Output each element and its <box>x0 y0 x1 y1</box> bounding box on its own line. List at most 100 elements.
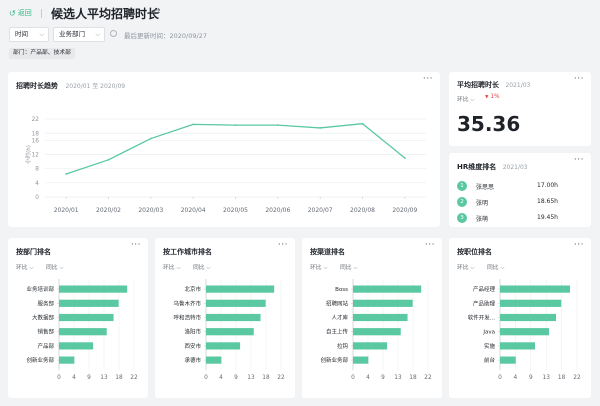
data-point <box>149 137 152 140</box>
chevron-down-icon: ⌵ <box>95 31 100 38</box>
bar <box>353 299 413 307</box>
y-tick-label: 22 <box>32 117 40 123</box>
bar <box>206 342 241 350</box>
y-tick-label: 18 <box>32 131 40 137</box>
category-label: 拉钩 <box>337 342 349 350</box>
bar-chart: 0 4 9 13 18 22 业务培训部服务部大数据部销售部产品部创新业务部 <box>26 279 138 381</box>
avg-change-value: 1% <box>490 94 500 100</box>
rank-card-dept: 按部门排名 ··· 环比 ⌵ 同比 ⌵ 0 4 9 13 18 22 业务培训部 服务部 大数据部销… <box>8 238 148 398</box>
hr-value: 18.65h <box>537 198 558 205</box>
x-tick-label: 2020/01 <box>54 207 79 214</box>
category-label: 创新业务部 <box>320 356 348 364</box>
bar <box>59 299 119 307</box>
x-tick-label: 18 <box>558 375 566 381</box>
category-label: 软件开发... <box>468 314 495 322</box>
swap-icon[interactable]: ⇄ <box>153 7 161 17</box>
y-tick-label: 4 <box>35 181 39 187</box>
x-tick-label: 22 <box>130 375 138 381</box>
down-triangle-icon: ▼ <box>485 95 489 100</box>
x-tick-label: 9 <box>381 375 385 381</box>
hr-name: 张思思 <box>476 184 495 191</box>
hr-name: 张明 <box>476 200 489 207</box>
x-tick-label: 0 <box>498 375 502 381</box>
category-label: 产品部 <box>37 342 54 350</box>
back-label: 返回 <box>17 9 32 17</box>
category-label: 招聘网站 <box>326 299 349 307</box>
x-tick-label: 2020/02 <box>96 207 121 214</box>
x-tick-label: 18 <box>262 375 270 381</box>
bar <box>353 313 408 322</box>
avg-date: 2021/03 <box>505 82 531 89</box>
hr-rank-card: HR维度排名 2021/03 ··· 1 张思思 17.00h 2 张明 18.… <box>449 153 591 227</box>
category-label: 北京市 <box>184 285 201 293</box>
data-point <box>361 122 364 125</box>
hr-value: 17.00h <box>537 182 558 189</box>
data-point <box>107 158 110 161</box>
x-tick-label: 2020/07 <box>308 207 333 214</box>
more-icon[interactable]: ··· <box>574 155 584 165</box>
category-label: 西安市 <box>184 342 201 350</box>
x-tick-label: 13 <box>100 375 108 381</box>
bar <box>353 342 388 350</box>
bar-chart: 0 4 9 13 18 22 产品经理产品助理软件开发... Java 实施前台 <box>468 279 581 381</box>
rank-badge: 3 <box>457 213 467 223</box>
bar-chart: 0 4 9 13 18 22 Boss 招聘网站人才库自主上传拉钩创新业务部 <box>320 279 432 381</box>
header-divider <box>41 9 42 18</box>
x-tick-label: 2020/05 <box>223 207 248 214</box>
back-arrow-icon: ↺ <box>9 8 16 18</box>
more-icon[interactable]: ··· <box>574 74 584 84</box>
avg-change-badge: ▼ 1% <box>485 94 500 100</box>
x-tick-label: 18 <box>115 375 123 381</box>
hr-value: 19.45h <box>537 214 558 221</box>
category-label: 大数据部 <box>32 314 55 322</box>
y-tick-label: 8 <box>35 167 39 173</box>
category-label: 乌鲁木齐市 <box>173 299 201 307</box>
category-label: 销售部 <box>37 328 54 336</box>
page-title: 候选人平均招聘时长 <box>51 7 160 21</box>
category-label: 产品助理 <box>473 299 496 307</box>
x-tick-label: 4 <box>366 375 370 381</box>
dept-select[interactable]: 业务部门 ⌵ <box>53 27 105 42</box>
x-tick-label: 4 <box>514 375 518 381</box>
avg-card: 平均招聘时长 2021/03 ··· 环比 ⌵ ▼ 1% 35.36 <box>449 72 591 146</box>
y-tick-label: 12 <box>32 153 40 159</box>
back-button[interactable]: ↺ 返回 <box>9 8 32 18</box>
avg-compare-select[interactable]: 环比 ⌵ <box>457 94 474 103</box>
hr-name: 张萌 <box>476 216 489 223</box>
last-update-text: 最后更新时间：2020/09/27 <box>124 32 207 40</box>
category-label: 创新业务部 <box>26 356 54 364</box>
category-label: Java <box>482 330 495 336</box>
chevron-down-icon: ⌵ <box>470 97 475 103</box>
x-tick-label: 13 <box>247 375 255 381</box>
hr-date: 2021/03 <box>502 164 528 171</box>
chevron-down-icon: ⌵ <box>39 31 44 38</box>
data-point <box>234 124 237 127</box>
rank-badge: 2 <box>457 197 467 207</box>
x-tick-label: 9 <box>87 375 91 381</box>
bar <box>206 313 261 322</box>
avg-title-row: 平均招聘时长 2021/03 <box>457 80 530 90</box>
x-tick-label: 2020/08 <box>350 207 375 214</box>
time-select[interactable]: 时间 ⌵ <box>9 27 49 42</box>
bar <box>353 356 369 364</box>
category-label: 前台 <box>484 356 496 364</box>
x-tick-label: 4 <box>72 375 76 381</box>
bar <box>206 356 222 364</box>
x-tick-label: 2020/06 <box>265 207 290 214</box>
x-tick-label: 13 <box>543 375 551 381</box>
info-icon <box>110 30 117 37</box>
data-point <box>319 127 322 129</box>
category-label: 呼和浩特市 <box>173 314 201 322</box>
trend-chart: 0 4 8 12 1618 22 小时(h) 2020/01 2020/02 2020/03 202… <box>24 117 426 214</box>
bar <box>59 313 114 322</box>
x-tick-label: 0 <box>204 375 208 381</box>
bar <box>206 285 275 293</box>
y-tick-label: 16 <box>32 138 40 144</box>
bar <box>206 299 266 307</box>
category-label: 服务部 <box>37 299 54 307</box>
hr-row: 3 张萌 19.45h <box>457 213 583 223</box>
bar <box>59 285 128 293</box>
category-label: 实施 <box>484 342 496 350</box>
avg-compare-label: 环比 <box>457 97 469 103</box>
dept-filter-tag: 部门：产品部、技术部 <box>9 48 75 59</box>
